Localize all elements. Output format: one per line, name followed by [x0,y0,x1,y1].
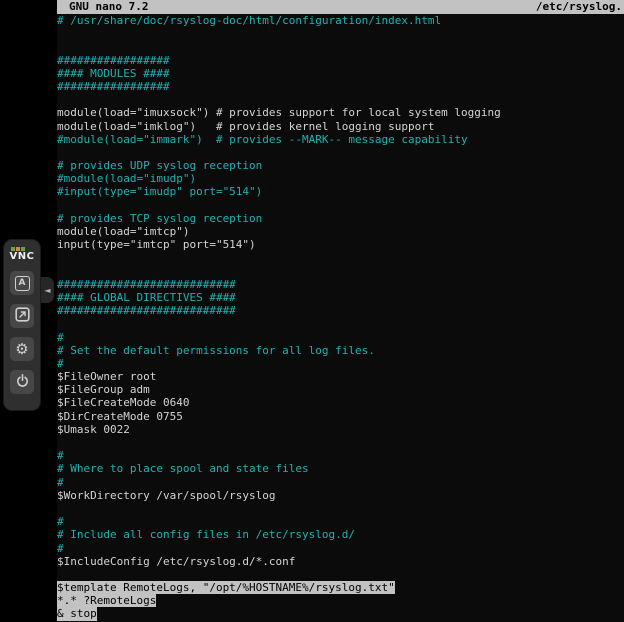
terminal-line [57,146,624,159]
terminal-line: input(type="imtcp" port="514") [57,238,624,251]
terminal-line: # /usr/share/doc/rsyslog-doc/html/config… [57,14,624,27]
terminal-line: # provides TCP syslog reception [57,212,624,225]
terminal-line [57,40,624,53]
terminal-line: # [57,331,624,344]
terminal-line: $template RemoteLogs, "/opt/%HOSTNAME%/r… [57,581,624,594]
terminal-line: module(load="imklog") # provides kernel … [57,120,624,133]
terminal-line: #module(load="immark") # provides --MARK… [57,133,624,146]
fullscreen-button[interactable] [10,304,34,328]
terminal-line: ################# [57,54,624,67]
terminal-line: #### MODULES #### [57,67,624,80]
terminal-line: # Set the default permissions for all lo… [57,344,624,357]
terminal-line: #### GLOBAL DIRECTIVES #### [57,291,624,304]
terminal[interactable]: GNU nano 7.2 /etc/rsyslog. # /usr/share/… [57,0,624,622]
settings-button[interactable]: ⚙ [10,337,34,361]
terminal-line: # [57,476,624,489]
control-bar-handle[interactable]: ◄ [41,277,54,303]
terminal-line [57,199,624,212]
terminal-line: module(load="imuxsock") # provides suppo… [57,106,624,119]
terminal-line [57,251,624,264]
gear-icon: ⚙ [15,342,28,357]
terminal-line [57,568,624,581]
chevron-left-icon: ◄ [44,286,50,295]
terminal-line: # [57,449,624,462]
terminal-line: $FileCreateMode 0640 [57,396,624,409]
novnc-control-bar: VNC A ⚙ [3,239,41,411]
terminal-line [57,317,624,330]
nano-titlebar: GNU nano 7.2 /etc/rsyslog. [57,0,624,14]
terminal-line: # [57,357,624,370]
terminal-line: module(load="imtcp") [57,225,624,238]
terminal-line: # Include all config files in /etc/rsysl… [57,528,624,541]
terminal-line [57,27,624,40]
terminal-line: #input(type="imudp" port="514") [57,185,624,198]
terminal-line: $FileOwner root [57,370,624,383]
terminal-line: # [57,542,624,555]
terminal-line: $WorkDirectory /var/spool/rsyslog [57,489,624,502]
terminal-line: ################# [57,80,624,93]
terminal-line [57,436,624,449]
fullscreen-icon [15,307,30,325]
terminal-line [57,502,624,515]
terminal-line: & stop [57,607,624,620]
terminal-line: $IncludeConfig /etc/rsyslog.d/*.conf [57,555,624,568]
terminal-line: ########################### [57,278,624,291]
power-button[interactable] [10,370,34,394]
clipboard-button[interactable]: A [10,271,34,295]
open-file-path: /etc/rsyslog. [536,0,622,14]
terminal-line: # [57,515,624,528]
terminal-line: #module(load="imudp") [57,172,624,185]
terminal-line: # Where to place spool and state files [57,462,624,475]
terminal-line [57,93,624,106]
terminal-line: *.* ?RemoteLogs [57,594,624,607]
power-icon [15,373,30,391]
terminal-line: ########################### [57,304,624,317]
nano-version-label: GNU nano 7.2 [69,0,148,14]
vnc-screen: VNC A ⚙ ◄ [0,0,624,622]
terminal-line: # provides UDP syslog reception [57,159,624,172]
novnc-logo: VNC [10,247,35,262]
terminal-line: $Umask 0022 [57,423,624,436]
novnc-logo-text: VNC [10,252,35,262]
terminal-content: # /usr/share/doc/rsyslog-doc/html/config… [57,14,624,621]
terminal-line [57,265,624,278]
clipboard-icon: A [15,276,30,291]
terminal-line: $DirCreateMode 0755 [57,410,624,423]
terminal-line: $FileGroup adm [57,383,624,396]
